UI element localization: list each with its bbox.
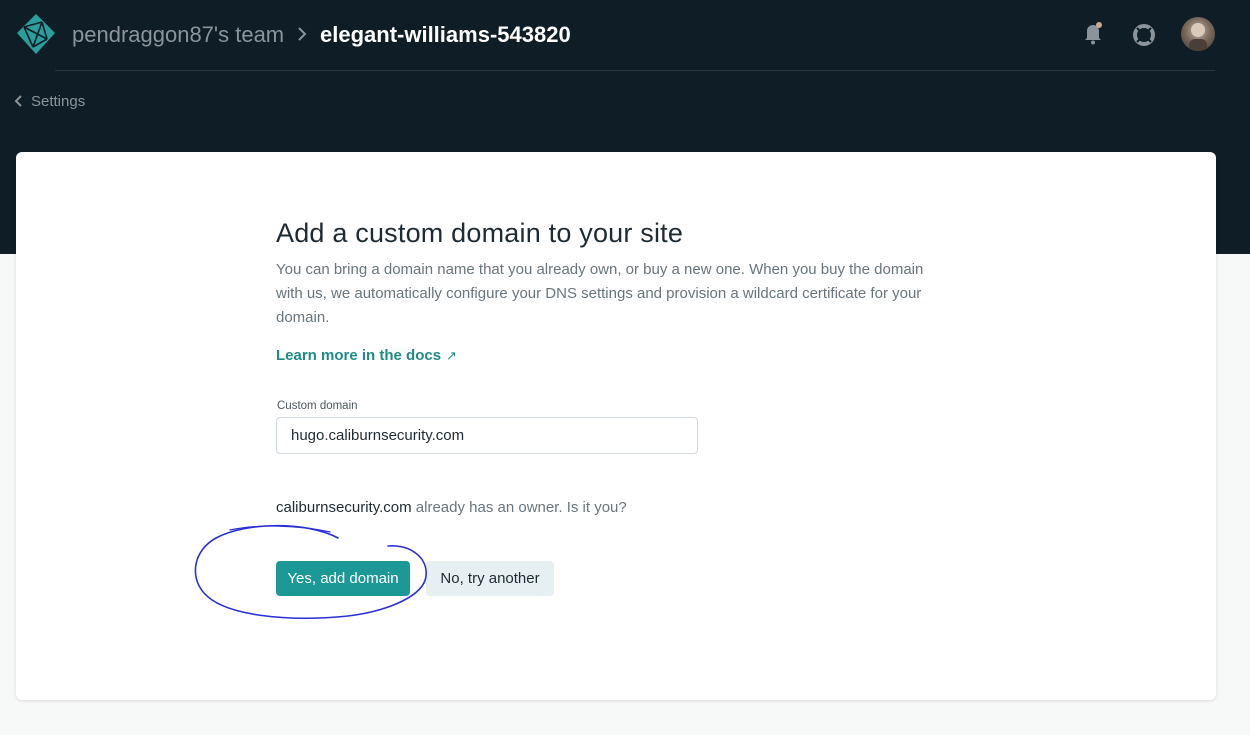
page-description: You can bring a domain name that you alr…	[276, 261, 924, 326]
chevron-left-icon	[14, 95, 22, 107]
custom-domain-label: Custom domain	[277, 400, 358, 412]
domain-owner-message: caliburnsecurity.com already has an owne…	[276, 499, 627, 516]
breadcrumb-team[interactable]: pendraggon87's team	[72, 22, 284, 48]
learn-more-docs-link[interactable]: Learn more in the docs ↗	[276, 347, 457, 364]
back-to-settings-link[interactable]: Settings	[14, 92, 85, 110]
top-header: pendraggon87's team elegant-williams-543…	[0, 0, 1250, 70]
chevron-right-icon	[297, 26, 307, 42]
netlify-logo-icon[interactable]	[16, 13, 56, 55]
docs-link-label: Learn more in the docs	[276, 347, 442, 364]
bell-icon[interactable]	[1082, 21, 1104, 45]
breadcrumb-site[interactable]: elegant-williams-543820	[320, 22, 571, 48]
back-label: Settings	[31, 92, 86, 110]
page-title: Add a custom domain to your site	[276, 218, 684, 248]
owner-domain: caliburnsecurity.com	[276, 499, 412, 516]
no-try-another-button[interactable]: No, try another	[426, 561, 554, 596]
help-lifebuoy-icon[interactable]	[1132, 23, 1156, 47]
owner-question: already has an owner. Is it you?	[411, 499, 627, 516]
yes-add-domain-button[interactable]: Yes, add domain	[276, 561, 410, 596]
header-divider	[55, 70, 1215, 71]
user-avatar[interactable]	[1181, 17, 1215, 51]
external-link-icon: ↗	[446, 348, 457, 363]
custom-domain-input[interactable]	[276, 417, 698, 454]
